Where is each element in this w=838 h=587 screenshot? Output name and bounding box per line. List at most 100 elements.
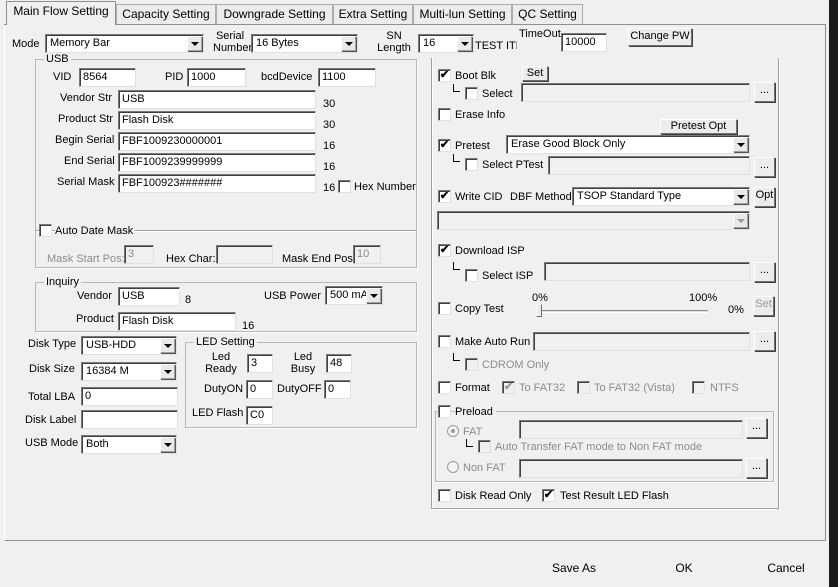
duty-off-input[interactable]: 0 (324, 380, 351, 399)
mode-select[interactable]: Memory Bar (45, 34, 204, 53)
pretest-select[interactable]: Erase Good Block Only (506, 135, 750, 154)
tab-multi-lun-setting[interactable]: Multi-lun Setting (413, 4, 512, 24)
dbf-method-select[interactable]: TSOP Standard Type (572, 187, 750, 206)
auto-run-path[interactable] (533, 332, 750, 351)
disk-type-select[interactable]: USB-HDD (81, 336, 177, 355)
boot-select-path[interactable] (521, 83, 750, 102)
begin-serial-input[interactable]: FBF1009230000001 (118, 132, 316, 151)
boot-select-checkbox[interactable] (465, 87, 478, 100)
to-fat32-checkbox[interactable]: ✔ (502, 381, 515, 394)
copy-progress-thumb[interactable] (536, 304, 542, 317)
inquiry-product-input[interactable]: Flash Disk (118, 312, 236, 331)
end-serial-length: 16 (323, 161, 336, 173)
change-pw-button[interactable]: Change PW (628, 28, 692, 46)
right-panel-border-right (778, 58, 780, 510)
led-flash-input[interactable]: C0 (246, 406, 273, 425)
product-str-input[interactable]: Flash Disk (118, 111, 316, 130)
fat-radio[interactable] (447, 425, 459, 437)
serial-mask-length: 16 (323, 182, 336, 194)
to-fat32-vista-checkbox[interactable] (577, 381, 590, 394)
disk-size-select[interactable]: 16384 M (81, 362, 177, 381)
tab-extra-setting[interactable]: Extra Setting (333, 4, 413, 24)
non-fat-path[interactable] (519, 459, 743, 478)
isp-browse-button[interactable]: ... (754, 262, 775, 282)
save-as-button[interactable]: Save As (550, 559, 598, 579)
non-fat-radio[interactable] (447, 461, 459, 473)
mask-end-pos-label: Mask End Pos: (282, 253, 356, 265)
copy-progress-min-label: 0% (532, 292, 548, 304)
auto-date-mask-checkbox[interactable] (39, 224, 52, 237)
tab-qc-setting[interactable]: QC Setting (512, 4, 583, 24)
hex-char-label: Hex Char: (166, 253, 216, 265)
cancel-button[interactable]: Cancel (762, 559, 810, 579)
usb-power-label: USB Power (264, 290, 321, 302)
disk-label-input[interactable] (81, 410, 178, 429)
sn-length-select[interactable]: 16 (418, 34, 474, 53)
write-cid-checkbox[interactable]: ✔ (438, 190, 451, 203)
fat-browse-button[interactable]: ... (746, 418, 767, 438)
duty-on-input[interactable]: 0 (246, 380, 273, 399)
serial-number-select[interactable]: 16 Bytes (251, 34, 358, 53)
total-lba-input[interactable]: 0 (81, 387, 178, 406)
format-checkbox[interactable] (438, 381, 451, 394)
pid-input[interactable]: 1000 (187, 68, 246, 87)
usb-group-title: USB (44, 53, 71, 65)
dbf-opt-button[interactable]: Opt (754, 187, 775, 207)
dbf-sub-select[interactable] (437, 211, 750, 230)
select-ptest-path[interactable] (548, 156, 750, 175)
tab-main-flow-setting[interactable]: Main Flow Setting (6, 1, 116, 25)
disk-size-label: Disk Size (29, 363, 75, 375)
test-result-led-checkbox[interactable]: ✔ (542, 489, 555, 502)
copy-test-checkbox[interactable] (438, 302, 451, 315)
end-serial-input[interactable]: FBF1009239999999 (118, 153, 316, 172)
auto-run-browse-button[interactable]: ... (754, 331, 775, 351)
format-label: Format (455, 382, 490, 394)
fat-label: FAT (463, 426, 483, 438)
non-fat-browse-button[interactable]: ... (746, 458, 767, 478)
pretest-checkbox[interactable]: ✔ (438, 139, 451, 152)
hex-number-checkbox[interactable] (338, 180, 351, 193)
erase-info-checkbox[interactable] (438, 108, 451, 121)
erase-info-label: Erase Info (455, 109, 506, 121)
tab-capacity-setting[interactable]: Capacity Setting (116, 4, 216, 24)
select-isp-path[interactable] (544, 262, 750, 281)
inquiry-product-label: Product (76, 313, 114, 325)
serial-number-value: 16 Bytes (256, 37, 299, 49)
fat-path[interactable] (519, 420, 743, 439)
hex-char-input[interactable] (216, 245, 273, 264)
cdrom-only-checkbox[interactable] (465, 358, 478, 371)
disk-read-only-checkbox[interactable] (438, 489, 451, 502)
ptest-browse-button[interactable]: ... (754, 157, 775, 177)
mask-start-pos-input[interactable]: 3 (124, 245, 154, 264)
timeout-input[interactable]: 10000 (561, 33, 607, 52)
inquiry-vendor-input[interactable]: USB (118, 287, 180, 306)
select-ptest-checkbox[interactable] (465, 158, 478, 171)
usb-mode-select[interactable]: Both (81, 435, 177, 454)
auto-transfer-checkbox[interactable] (478, 440, 491, 453)
pretest-opt-button[interactable]: Pretest Opt (660, 119, 737, 134)
download-isp-checkbox[interactable]: ✔ (438, 244, 451, 257)
vid-input[interactable]: 8564 (79, 68, 136, 87)
boot-browse-button[interactable]: ... (754, 82, 775, 102)
boot-blk-set-button[interactable]: Set (522, 66, 548, 81)
preload-checkbox[interactable] (438, 405, 451, 418)
led-busy-input[interactable]: 48 (326, 354, 352, 373)
ntfs-checkbox[interactable] (692, 381, 705, 394)
ok-button[interactable]: OK (669, 559, 699, 579)
copy-test-set-button[interactable]: Set (753, 296, 774, 316)
led-ready-input[interactable]: 3 (247, 354, 273, 373)
boot-blk-checkbox[interactable]: ✔ (438, 69, 451, 82)
vendor-str-input[interactable]: USB (118, 90, 316, 109)
boot-select-label: Select (482, 88, 513, 100)
chevron-down-icon (160, 437, 175, 452)
usb-power-select[interactable]: 500 mA (325, 286, 383, 305)
tab-downgrade-setting[interactable]: Downgrade Setting (216, 4, 333, 24)
bcd-device-input[interactable]: 1100 (318, 68, 376, 87)
select-isp-checkbox[interactable] (465, 269, 478, 282)
make-auto-run-checkbox[interactable] (438, 335, 451, 348)
serial-mask-input[interactable]: FBF100923####### (118, 174, 316, 193)
disk-type-value: USB-HDD (86, 339, 137, 351)
mask-end-pos-input[interactable]: 10 (353, 245, 381, 264)
tree-connector (453, 84, 460, 92)
copy-progress-track[interactable] (538, 310, 708, 313)
